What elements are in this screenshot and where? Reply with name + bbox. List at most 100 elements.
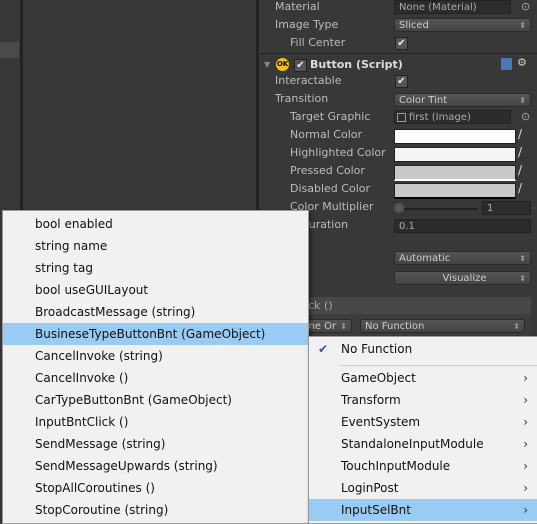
menu-item-label: No Function xyxy=(341,342,413,356)
menu-item[interactable]: bool enabled xyxy=(3,213,308,235)
pressed-color-swatch[interactable] xyxy=(394,165,516,181)
menu-item-label: BroadcastMessage (string) xyxy=(35,305,196,319)
menu-item[interactable]: CancelInvoke () xyxy=(3,367,308,389)
color-multiplier-slider[interactable] xyxy=(398,208,478,210)
object-picker-icon[interactable]: ⊙ xyxy=(521,110,530,123)
highlighted-color-swatch[interactable] xyxy=(394,147,516,162)
menu-item-label: TouchInputModule xyxy=(341,459,451,473)
slider-thumb[interactable] xyxy=(394,203,404,213)
menu-item-label: string name xyxy=(35,239,108,253)
menu-separator xyxy=(339,365,537,366)
menu-item[interactable]: BroadcastMessage (string) xyxy=(3,301,308,323)
menu-item[interactable]: StopCoroutine (string) xyxy=(3,499,308,521)
transition-label: Transition xyxy=(275,92,329,105)
hierarchy-selected-row[interactable] xyxy=(0,42,19,58)
object-picker-icon[interactable]: ⊙ xyxy=(521,0,530,13)
menu-item-label: BusineseTypeButtonBnt (GameObject) xyxy=(35,327,266,341)
menu-item-label: StopAllCoroutines () xyxy=(35,481,155,495)
fill-center-checkbox[interactable]: ✔ xyxy=(395,37,408,50)
menu-item-label: SendMessage (string) xyxy=(35,437,166,451)
hierarchy-panel xyxy=(0,0,23,210)
menu-item-label: EventSystem xyxy=(341,415,421,429)
eyedropper-icon[interactable]: / xyxy=(518,181,522,195)
chevron-right-icon: › xyxy=(523,393,528,407)
menu-item-label: StopCoroutine (string) xyxy=(35,503,169,517)
normal-color-label: Normal Color xyxy=(290,128,363,141)
menu-item-label: string tag xyxy=(35,261,93,275)
highlighted-color-label: Highlighted Color xyxy=(290,146,386,159)
menu-item[interactable]: bool useGUILayout xyxy=(3,279,308,301)
image-type-label: Image Type xyxy=(275,18,339,31)
target-graphic-field[interactable]: first (Image) xyxy=(394,110,511,124)
eyedropper-icon[interactable]: / xyxy=(518,127,522,141)
menu-item-label: GameObject xyxy=(341,371,416,385)
fade-duration-field[interactable]: 0.1 xyxy=(394,219,531,233)
menu-item-label: CancelInvoke () xyxy=(35,371,129,385)
submenu-item[interactable]: StandaloneInputModule › xyxy=(309,433,537,455)
normal-color-swatch[interactable] xyxy=(394,129,516,144)
component-title: Button (Script) xyxy=(310,58,403,71)
menu-item[interactable]: string name xyxy=(3,235,308,257)
submenu-item[interactable]: Transform › xyxy=(309,389,537,411)
fill-center-label: Fill Center xyxy=(290,36,346,49)
menu-item-label: bool enabled xyxy=(35,217,113,231)
script-icon: OK xyxy=(276,58,289,71)
menu-item-label: bool useGUILayout xyxy=(35,283,149,297)
menu-item[interactable]: SendMessageUpwards (string) xyxy=(3,455,308,477)
navigation-dropdown[interactable]: Automatic xyxy=(394,251,531,266)
eyedropper-icon[interactable]: / xyxy=(518,163,522,177)
menu-item[interactable]: string tag xyxy=(3,257,308,279)
interactable-checkbox[interactable]: ✔ xyxy=(395,75,408,88)
divider xyxy=(260,53,537,54)
submenu-item[interactable]: LoginPost › xyxy=(309,477,537,499)
material-label: Material xyxy=(275,0,320,13)
menu-item[interactable]: CarTypeButtonBnt (GameObject) xyxy=(3,389,308,411)
menu-item-label: InputSelBnt xyxy=(341,503,411,517)
eyedropper-icon[interactable]: / xyxy=(518,145,522,159)
function-dropdown[interactable]: No Function xyxy=(360,319,525,334)
menu-item-label: CarTypeButtonBnt (GameObject) xyxy=(35,393,232,407)
menu-item-label: LoginPost xyxy=(341,481,399,495)
transition-dropdown[interactable]: Color Tint xyxy=(394,93,531,108)
chevron-right-icon: › xyxy=(523,481,528,495)
menu-item-label: InputBntClick () xyxy=(35,415,129,429)
onclick-header: lick () xyxy=(290,297,531,314)
help-icon[interactable] xyxy=(501,58,512,70)
visualize-button[interactable]: Visualize xyxy=(394,271,531,286)
image-icon xyxy=(397,113,406,122)
menu-item-label: Transform xyxy=(341,393,401,407)
material-field[interactable]: None (Material) xyxy=(394,0,511,14)
menu-item-no-function[interactable]: ✔ No Function xyxy=(309,338,537,360)
menu-item[interactable]: SendMessage (string) xyxy=(3,433,308,455)
menu-item[interactable]: CancelInvoke (string) xyxy=(3,345,308,367)
disabled-color-swatch[interactable] xyxy=(394,183,516,199)
menu-item-label: CancelInvoke (string) xyxy=(35,349,163,363)
color-multiplier-field[interactable]: 1 xyxy=(482,201,531,215)
submenu-item[interactable]: EventSystem › xyxy=(309,411,537,433)
chevron-right-icon: › xyxy=(523,437,528,451)
chevron-right-icon: › xyxy=(523,371,528,385)
function-menu: bool enabled string name string tag bool us… xyxy=(2,210,309,524)
chevron-right-icon: › xyxy=(523,415,528,429)
menu-item-label: SendMessageUpwards (string) xyxy=(35,459,218,473)
chevron-right-icon: › xyxy=(523,459,528,473)
menu-item[interactable]: StopAllCoroutines () xyxy=(3,477,308,499)
foldout-arrow-icon[interactable]: ▼ xyxy=(264,60,270,69)
scene-panel xyxy=(23,0,259,210)
menu-item[interactable]: InputBntClick () xyxy=(3,411,308,433)
menu-item-label: StandaloneInputModule xyxy=(341,437,484,451)
component-menu: ✔ No Function GameObject › Transform › Event… xyxy=(308,336,537,524)
submenu-item[interactable]: GameObject › xyxy=(309,367,537,389)
chevron-right-icon: › xyxy=(523,503,528,517)
target-graphic-label: Target Graphic xyxy=(290,110,371,123)
interactable-label: Interactable xyxy=(275,74,342,87)
pressed-color-label: Pressed Color xyxy=(290,164,365,177)
submenu-item[interactable]: TouchInputModule › xyxy=(309,455,537,477)
menu-item[interactable]: BusineseTypeButtonBnt (GameObject) xyxy=(3,323,308,345)
image-type-dropdown[interactable]: Sliced xyxy=(394,18,531,33)
submenu-item[interactable]: InputSelBnt › xyxy=(309,499,537,521)
gear-icon[interactable]: ⚙ xyxy=(517,56,527,69)
component-enabled-checkbox[interactable]: ✔ xyxy=(294,59,307,72)
disabled-color-label: Disabled Color xyxy=(290,182,371,195)
checkmark-icon: ✔ xyxy=(318,342,329,356)
